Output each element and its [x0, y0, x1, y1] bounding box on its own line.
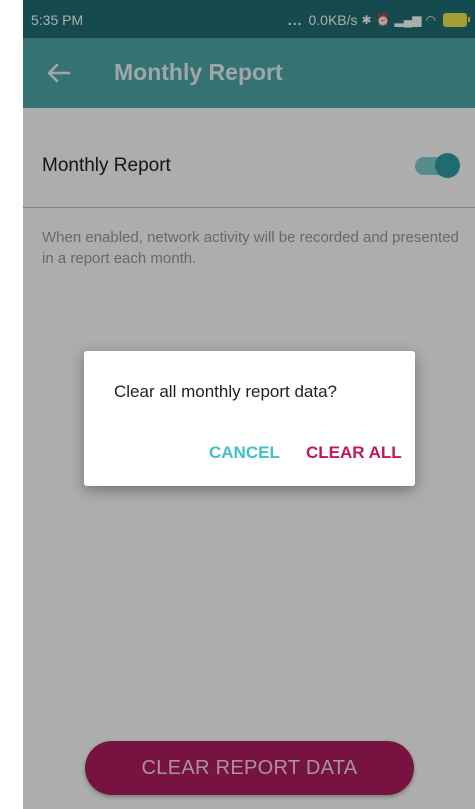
cancel-button[interactable]: CANCEL — [209, 443, 280, 463]
clear-all-button[interactable]: CLEAR ALL — [306, 443, 402, 463]
phone-screen: 5:35 PM ... 0.0KB/s ✱ ⏰ ▂▄▆ ◠ Monthly Re… — [23, 0, 475, 809]
confirm-dialog: Clear all monthly report data? CANCEL CL… — [84, 351, 415, 486]
dialog-message: Clear all monthly report data? — [114, 382, 338, 401]
